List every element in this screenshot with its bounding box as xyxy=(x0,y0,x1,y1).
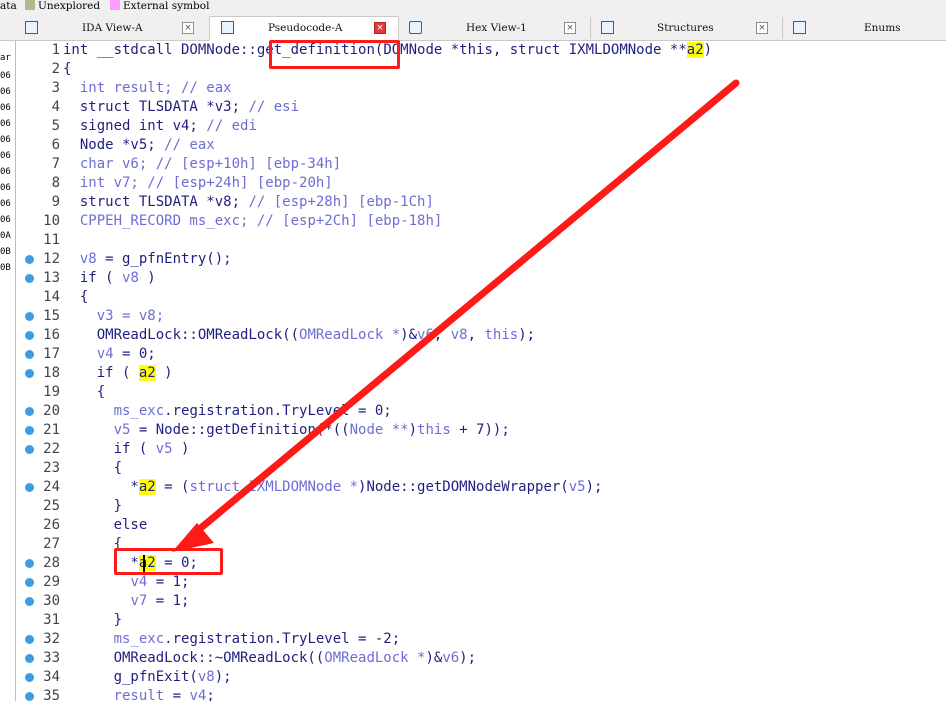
arrow-shaft xyxy=(192,79,740,536)
arrow-head xyxy=(172,523,214,552)
annotation-arrow xyxy=(172,79,740,552)
